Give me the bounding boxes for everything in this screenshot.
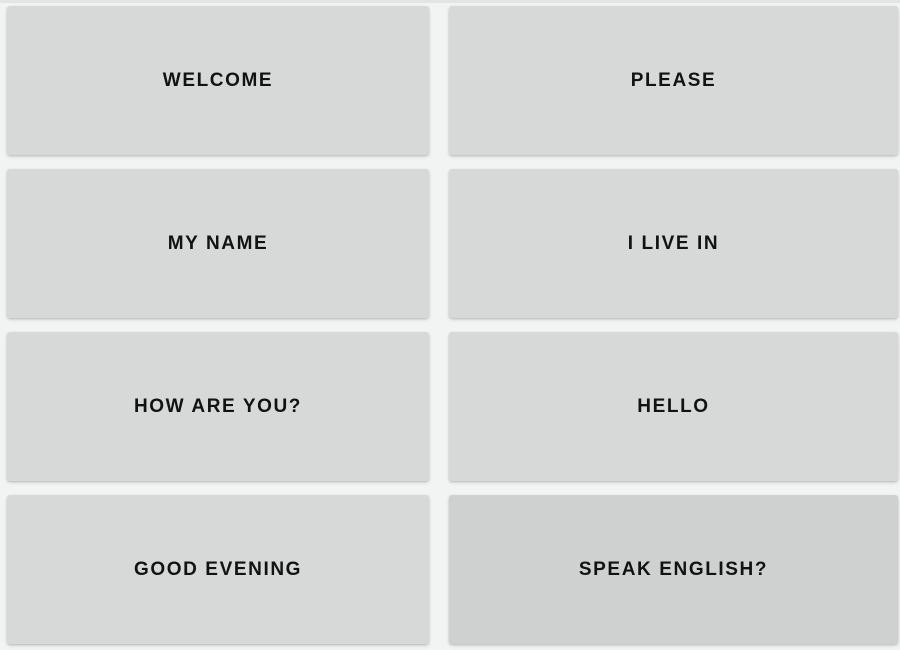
phrase-button-i-live-in[interactable]: I LIVE IN [449,169,898,318]
phrase-label: HOW ARE YOU? [133,395,303,417]
phrase-button-welcome[interactable]: WELCOME [7,6,429,155]
phrase-button-please[interactable]: PLEASE [449,6,898,155]
phrase-button-hello[interactable]: HELLO [449,332,898,481]
phrase-label: WELCOME [162,69,274,91]
phrase-grid: WELCOME PLEASE MY NAME I LIVE IN HOW ARE… [0,0,900,650]
phrase-label: PLEASE [630,69,717,91]
phrase-button-speak-english[interactable]: SPEAK ENGLISH? [449,495,898,644]
phrase-label: GOOD EVENING [133,558,303,580]
phrase-button-my-name[interactable]: MY NAME [7,169,429,318]
phrase-label: MY NAME [167,232,269,254]
phrase-label: SPEAK ENGLISH? [578,558,769,580]
phrase-label: HELLO [637,395,710,417]
phrase-label: I LIVE IN [627,232,720,254]
phrase-button-good-evening[interactable]: GOOD EVENING [7,495,429,644]
phrase-button-how-are-you[interactable]: HOW ARE YOU? [7,332,429,481]
